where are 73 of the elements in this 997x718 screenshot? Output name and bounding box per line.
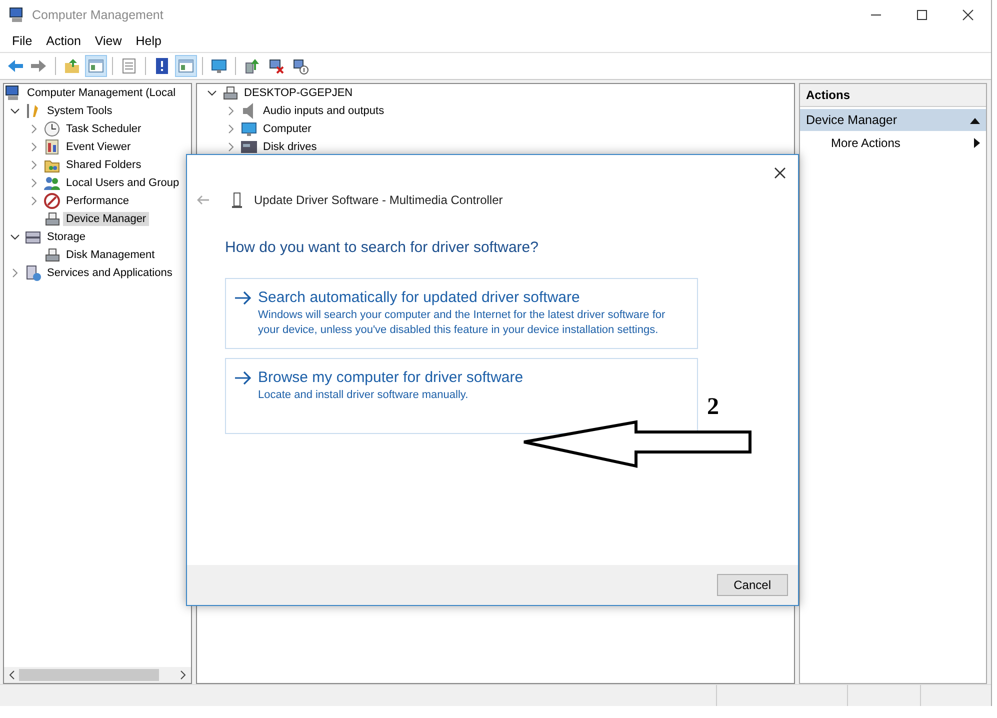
users-icon — [43, 174, 61, 192]
expand-chevron-icon[interactable] — [226, 106, 236, 116]
scroll-right-icon[interactable] — [179, 670, 187, 680]
tree-item[interactable]: Device Manager — [63, 212, 150, 226]
option-card[interactable] — [225, 278, 698, 349]
panel-icon[interactable] — [87, 57, 105, 75]
device-tree-item[interactable]: Disk drives — [260, 140, 320, 154]
actions-section[interactable]: Device Manager — [800, 109, 986, 131]
menu-item[interactable]: Action — [39, 34, 88, 48]
forward-arrow-icon[interactable] — [30, 57, 48, 75]
expand-chevron-icon[interactable] — [226, 142, 236, 152]
option-title: Browse my computer for driver software — [258, 369, 524, 386]
tree-item[interactable]: Computer Management (Local — [24, 86, 179, 100]
disable-icon[interactable] — [291, 57, 309, 75]
collapse-chevron-icon[interactable] — [207, 88, 217, 98]
actions-header: Actions — [800, 84, 986, 107]
device-icon — [221, 84, 239, 102]
scroll-left-icon[interactable] — [8, 670, 16, 680]
device-icon — [43, 246, 61, 264]
expand-chevron-icon[interactable] — [29, 196, 39, 206]
panel-icon[interactable] — [177, 57, 195, 75]
section-label: Device Manager — [806, 113, 898, 127]
close-icon[interactable] — [961, 9, 975, 21]
action-link[interactable]: More Actions — [800, 131, 986, 155]
device-tree-item[interactable]: Computer — [260, 122, 314, 136]
dialog-heading: How do you want to search for driver software? — [224, 238, 540, 256]
monitor-icon — [240, 120, 258, 138]
tree-item[interactable]: Task Scheduler — [63, 122, 144, 136]
right-arrow-icon — [234, 290, 252, 304]
tree-item[interactable]: Local Users and Group — [63, 176, 182, 190]
window-title: Computer Management — [32, 8, 164, 22]
back-arrow-icon[interactable] — [6, 57, 24, 75]
clock-icon — [43, 120, 61, 138]
device-icon — [43, 210, 61, 228]
right-arrow-icon — [234, 370, 252, 384]
menu-item[interactable]: File — [5, 34, 40, 48]
tree-item[interactable]: System Tools — [44, 104, 116, 118]
expand-chevron-icon[interactable] — [226, 124, 236, 134]
annotation-number: 2 — [707, 394, 719, 421]
collapse-chevron-icon[interactable] — [10, 106, 20, 116]
submenu-arrow-icon[interactable] — [974, 138, 980, 148]
expand-chevron-icon[interactable] — [29, 160, 39, 170]
tree-item[interactable]: Event Viewer — [63, 140, 134, 154]
services-icon — [24, 264, 42, 282]
expand-chevron-icon[interactable] — [29, 178, 39, 188]
device-tree-item[interactable]: Audio inputs and outputs — [260, 104, 388, 118]
expand-chevron-icon[interactable] — [10, 268, 20, 278]
tree-item[interactable]: Services and Applications — [44, 266, 176, 280]
device-tree-item[interactable]: DESKTOP-GGEPJEN — [241, 86, 356, 100]
option-description: Windows will search your computer and the Internet for the latest driver software for your device, unless you've disabled this feature in your device installation settings. — [257, 308, 666, 338]
folder-icon[interactable] — [63, 57, 81, 75]
collapse-triangle-icon[interactable] — [970, 117, 980, 124]
collapse-chevron-icon[interactable] — [10, 232, 20, 242]
cancel-button[interactable]: Cancel — [716, 574, 788, 596]
option-description: Locate and install driver software manually. — [257, 388, 470, 403]
tree-item[interactable]: Performance — [63, 194, 132, 208]
expand-chevron-icon[interactable] — [29, 142, 39, 152]
expand-chevron-icon[interactable] — [29, 124, 39, 134]
close-icon[interactable] — [774, 167, 786, 179]
update-icon[interactable] — [243, 57, 261, 75]
tree-item[interactable]: Disk Management — [63, 248, 158, 262]
dialog-title: Update Driver Software - Multimedia Controller — [254, 193, 503, 207]
tree-item[interactable]: Storage — [44, 230, 89, 244]
monitor-icon[interactable] — [210, 57, 228, 75]
disk-drive-icon — [240, 138, 258, 156]
maximize-icon[interactable] — [915, 9, 929, 21]
list-icon[interactable] — [120, 57, 138, 75]
menu-item[interactable]: Help — [128, 34, 168, 48]
menu-item[interactable]: View — [88, 34, 129, 48]
tree-item[interactable]: Shared Folders — [63, 158, 144, 172]
horizontal-scrollbar[interactable] — [4, 667, 191, 683]
remove-icon[interactable] — [267, 57, 285, 75]
option-title: Search automatically for updated driver software — [258, 289, 580, 306]
